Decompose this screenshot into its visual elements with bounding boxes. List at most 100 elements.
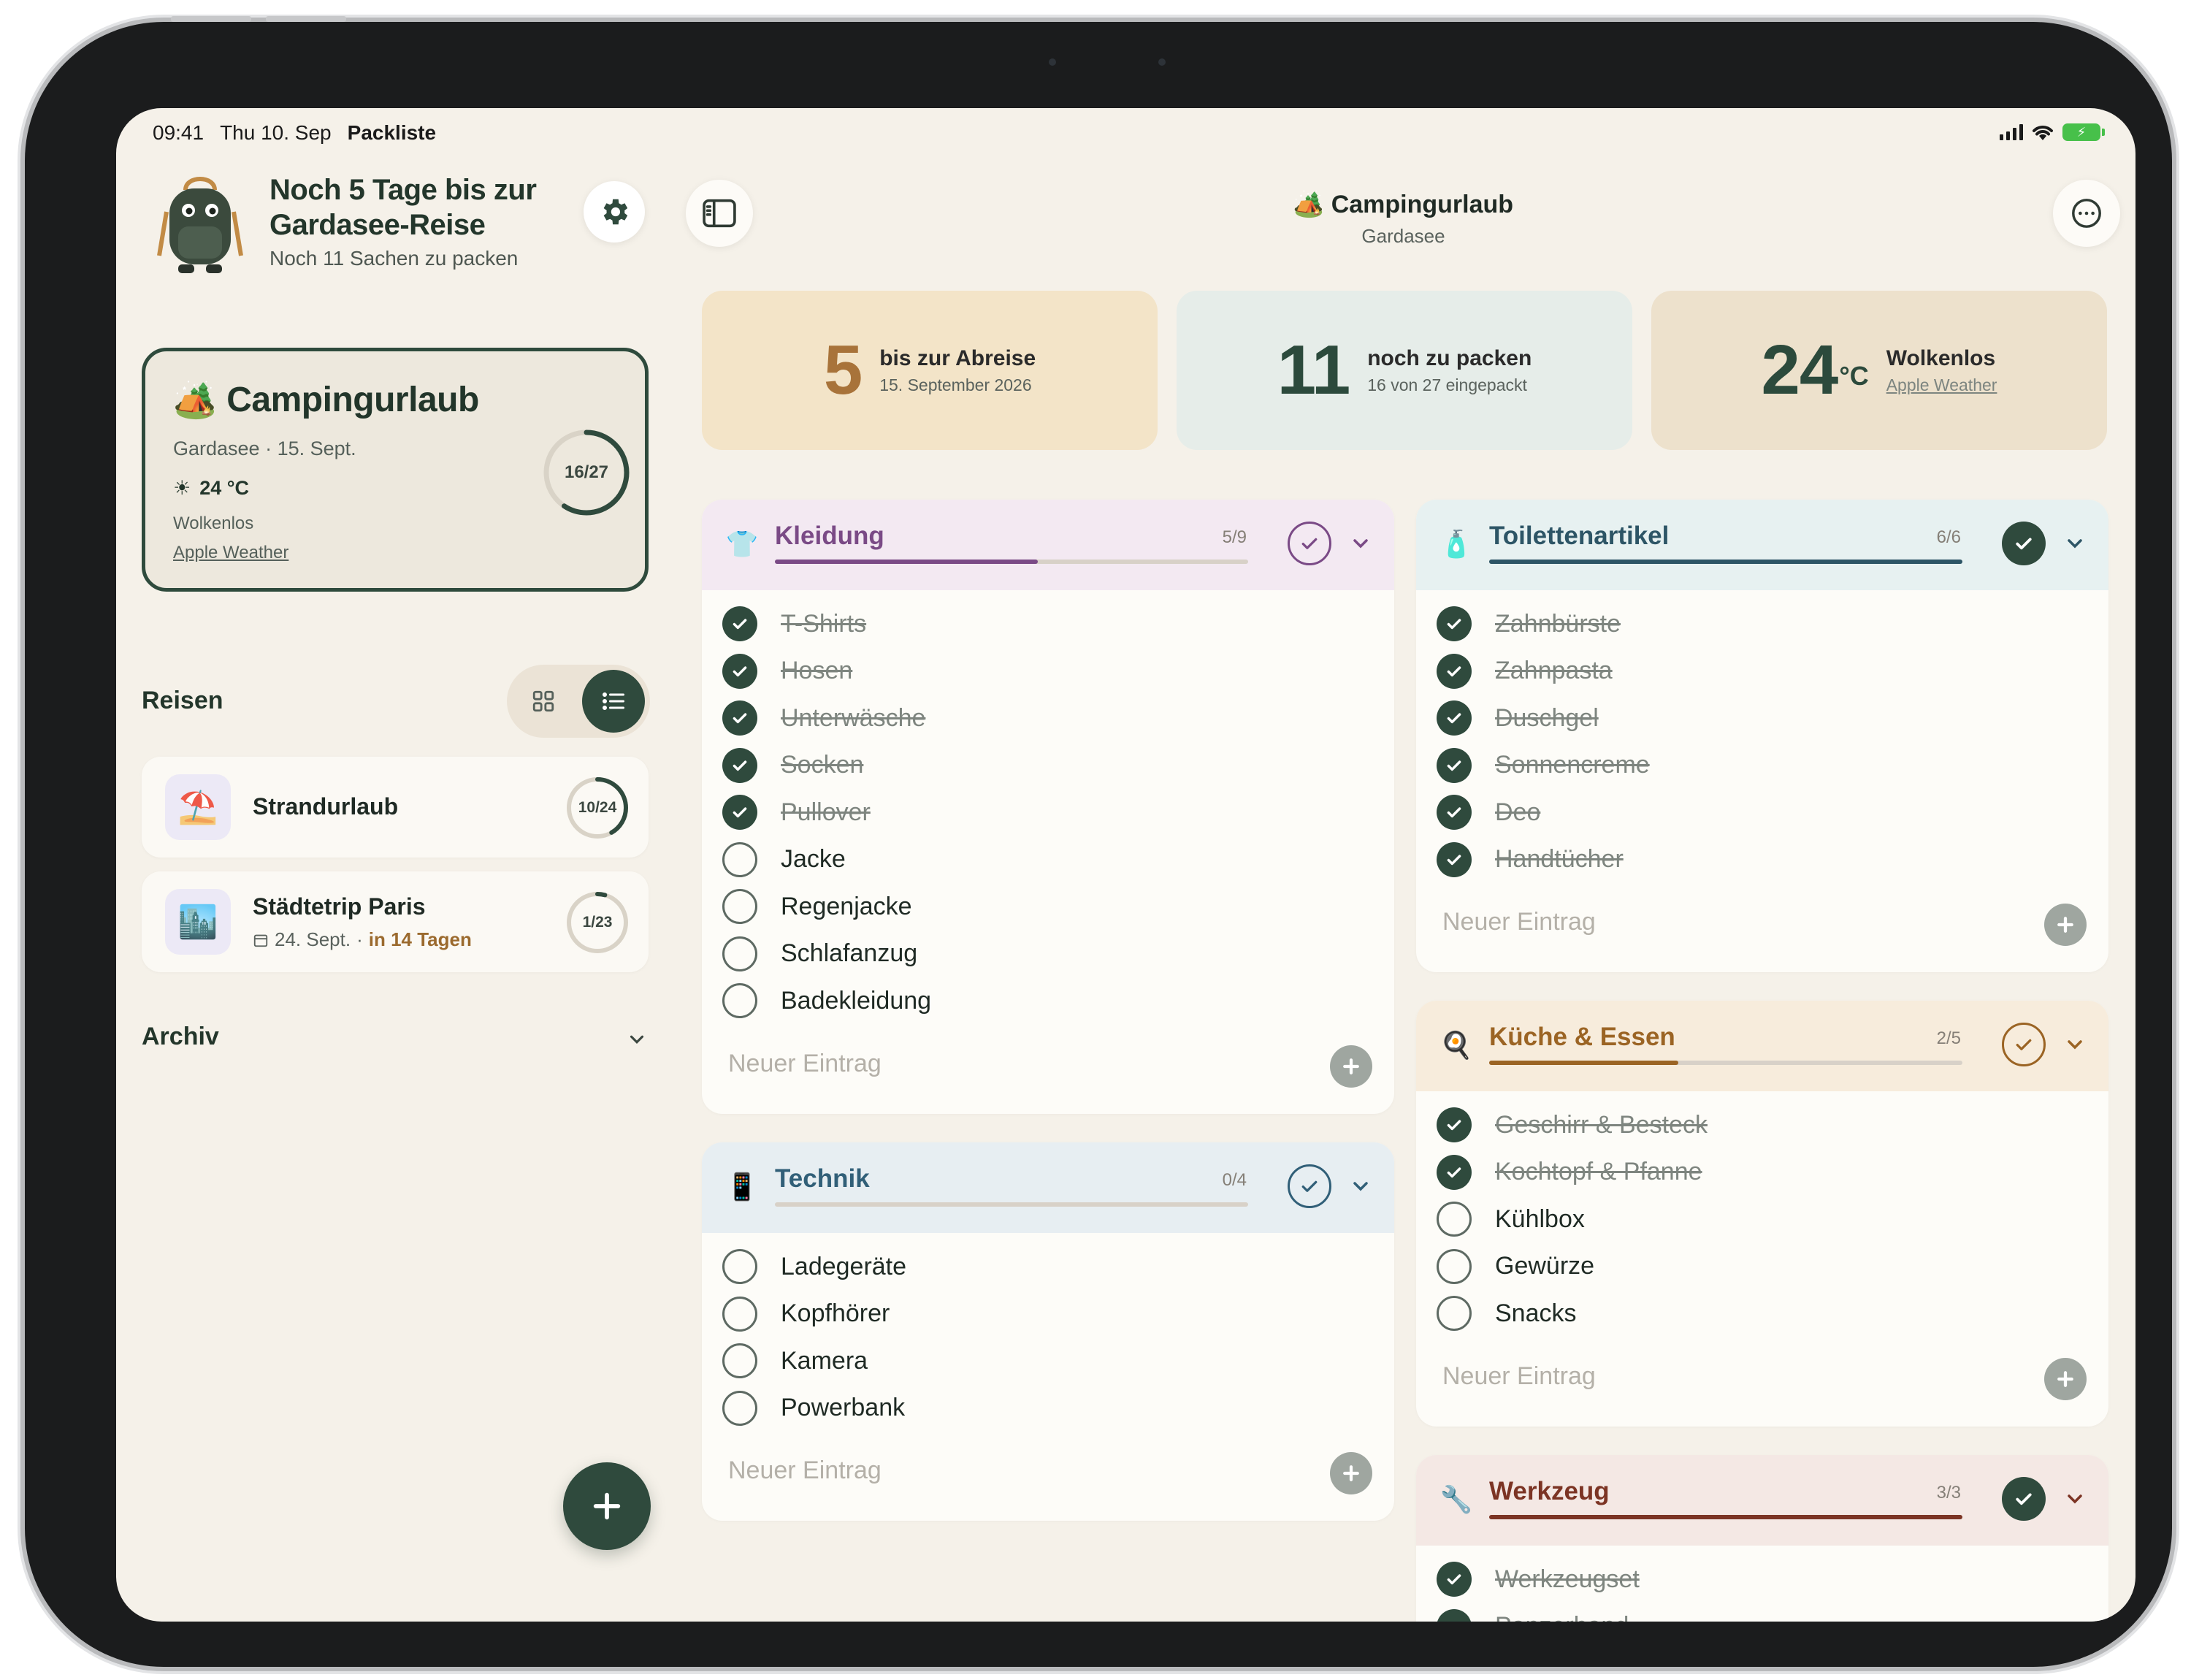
trip-progress-ring: 1/23 [565,890,630,955]
plus-icon [2057,1370,2073,1387]
new-entry-row: Neuer Eintrag [1416,890,2108,956]
checkbox-unchecked[interactable] [722,1343,757,1379]
collapse-button[interactable] [1347,530,1374,557]
mark-all-button[interactable] [2002,1023,2046,1066]
mark-all-button[interactable] [2002,1477,2046,1521]
checkmark-icon [1447,855,1461,865]
new-entry-input[interactable]: Neuer Eintrag [1442,908,1596,936]
checkbox-checked[interactable] [1437,653,1472,689]
sun-icon: ☀ [173,477,191,499]
checkbox-unchecked[interactable] [722,1296,757,1332]
checkbox-checked[interactable] [1437,1608,1472,1622]
trip-progress-ring: 10/24 [565,776,630,840]
checkmark-icon [733,666,747,676]
trip-progress-label: 1/23 [582,914,613,931]
trip-title-text: Campingurlaub [1331,191,1514,218]
new-entry-input[interactable]: Neuer Eintrag [728,1456,882,1485]
checklist-item: Duschgel [1416,695,2108,742]
featured-trip-card[interactable]: 🏕️ Campingurlaub Gardasee · 15. Sept. ☀ … [142,348,649,592]
volume-button [266,16,346,22]
checklist-item: Geschirr & Besteck [1416,1101,2108,1149]
checkbox-unchecked[interactable] [722,983,757,1019]
apple-weather-link[interactable]: Apple Weather [173,543,288,563]
collapse-button[interactable] [2062,1486,2088,1512]
category-header[interactable]: 📱 Technik 0/4 [702,1142,1394,1233]
add-item-button[interactable] [2044,904,2087,946]
tent-icon: 🏕️ [173,381,217,420]
checkbox-checked[interactable] [1437,841,1472,877]
checkbox-unchecked[interactable] [722,841,757,877]
add-item-button[interactable] [1330,1045,1372,1088]
checkbox-checked[interactable] [1437,1154,1472,1190]
collapse-button[interactable] [2062,530,2088,557]
checkbox-checked[interactable] [1437,747,1472,783]
category-header[interactable]: 👕 Kleidung 5/9 [702,500,1394,590]
checkbox-checked[interactable] [722,653,757,689]
item-label: Panzerband [1495,1612,1629,1622]
add-item-button[interactable] [2044,1357,2087,1400]
category-header[interactable]: 🧴 Toilettenartikel 6/6 [1416,500,2108,590]
stat-label: bis zur Abreise [879,345,1036,370]
main-content: 🏕️ Campingurlaub Gardasee 5 bis zur Abre… [671,152,2135,1622]
chevron-down-icon[interactable] [626,1028,648,1050]
category-header[interactable]: 🍳 Küche & Essen 2/5 [1416,1001,2108,1091]
add-trip-button[interactable] [563,1462,651,1550]
checkbox-unchecked[interactable] [722,1249,757,1285]
checkbox-checked[interactable] [722,700,757,736]
checkbox-unchecked[interactable] [722,1390,757,1426]
category-name: Küche & Essen [1489,1023,1675,1051]
trip-name: Städtetrip Paris [253,893,426,920]
more-options-button[interactable] [2053,180,2120,247]
checkbox-checked[interactable] [722,795,757,831]
item-label: Jacke [781,845,846,874]
stat-temperature: 24 °C [1762,330,1869,411]
checkbox-checked[interactable] [1437,795,1472,831]
checkbox-unchecked[interactable] [1437,1202,1472,1237]
checkbox-checked[interactable] [1437,1562,1472,1597]
add-item-button[interactable] [1330,1452,1372,1494]
tent-icon: 🏕️ [1293,191,1325,218]
trip-card-strandurlaub[interactable]: ⛱️ Strandurlaub 10/24 [142,757,649,858]
checkbox-unchecked[interactable] [1437,1296,1472,1332]
apple-weather-link[interactable]: Apple Weather [1886,375,1997,395]
item-label: Socken [781,751,864,779]
list-view-button[interactable] [582,670,645,733]
stat-value: 24 [1761,331,1839,409]
checkbox-checked[interactable] [1437,606,1472,642]
trip-card-paris[interactable]: 🏙️ Städtetrip Paris 24. Sept. · in 14 Ta… [142,871,649,972]
camera-bar [967,51,1244,73]
item-label: Snacks [1495,1299,1577,1327]
checkmark-icon [2016,538,2032,550]
item-label: Kochtopf & Pfanne [1495,1158,1702,1186]
checkbox-checked[interactable] [722,747,757,783]
checkbox-checked[interactable] [1437,700,1472,736]
checklist-item: Sonnencreme [1416,742,2108,790]
checkmark-icon [1447,1120,1461,1131]
collapse-button[interactable] [1347,1173,1374,1199]
city-icon: 🏙️ [165,889,231,955]
checklist-item: Kamera [702,1337,1394,1385]
checkbox-checked[interactable] [722,606,757,642]
signal-icon [2000,124,2023,140]
category-kueche: 🍳 Küche & Essen 2/5 Geschirr & Besteck Kocht… [1416,1001,2108,1427]
item-label: Zahnbürste [1495,609,1621,638]
checkmark-icon [1301,1180,1318,1192]
checkbox-unchecked[interactable] [722,889,757,925]
checkbox-unchecked[interactable] [1437,1248,1472,1284]
mark-all-button[interactable] [2002,522,2046,565]
category-progress-bar [775,1202,1248,1207]
checkbox-checked[interactable] [1437,1107,1472,1143]
category-header[interactable]: 🔧 Werkzeug 3/3 [1416,1455,2108,1546]
plus-icon [1343,1465,1359,1481]
category-count: 2/5 [1936,1028,1961,1048]
item-label: Badekleidung [781,986,932,1015]
mark-all-button[interactable] [1288,1164,1331,1208]
archive-heading[interactable]: Archiv [142,1023,219,1051]
new-entry-input[interactable]: Neuer Eintrag [728,1050,882,1078]
grid-view-button[interactable] [512,670,575,733]
collapse-button[interactable] [2062,1031,2088,1058]
new-entry-input[interactable]: Neuer Eintrag [1442,1362,1596,1391]
mark-all-button[interactable] [1288,522,1331,565]
settings-button[interactable] [584,181,645,243]
checkbox-unchecked[interactable] [722,936,757,971]
